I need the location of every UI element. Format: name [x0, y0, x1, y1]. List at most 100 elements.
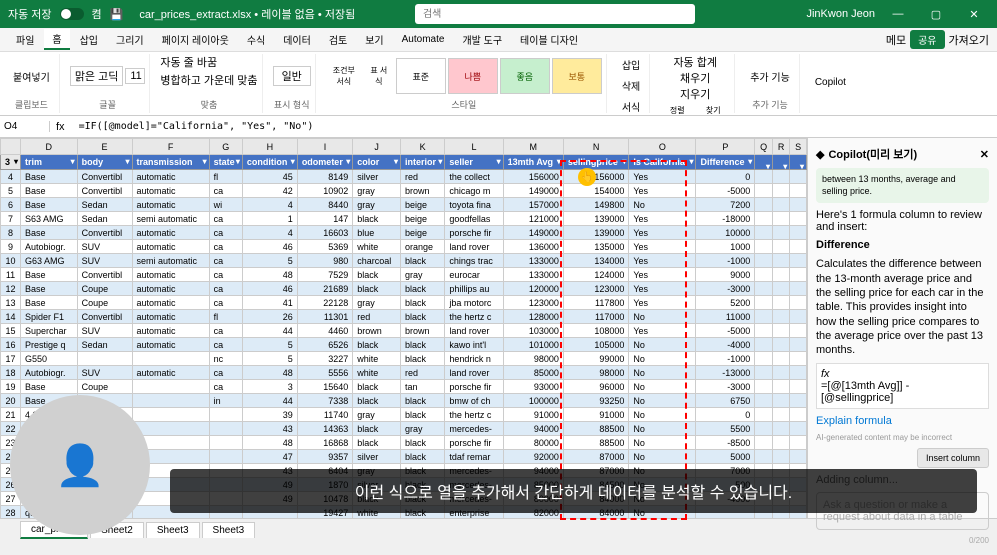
- cell[interactable]: 0: [696, 408, 755, 422]
- close-icon[interactable]: ✕: [959, 8, 989, 21]
- insert-column-button[interactable]: Insert column: [917, 448, 989, 468]
- cell[interactable]: Sedan: [77, 212, 132, 226]
- cell[interactable]: 93000: [503, 380, 563, 394]
- user-name[interactable]: JinKwon Jeon: [806, 8, 875, 20]
- cell[interactable]: Base: [21, 226, 78, 240]
- cell[interactable]: 3: [242, 380, 297, 394]
- sheet-tab[interactable]: Sheet3: [202, 522, 256, 538]
- col-header[interactable]: R: [773, 139, 790, 155]
- cell[interactable]: black: [401, 310, 445, 324]
- clear-button[interactable]: 지우기: [680, 86, 710, 102]
- number-format[interactable]: 일반: [273, 66, 311, 86]
- cell[interactable]: No: [629, 338, 696, 352]
- cell[interactable]: 92000: [503, 450, 563, 464]
- col-header[interactable]: I: [297, 139, 352, 155]
- cell[interactable]: SUV: [77, 324, 132, 338]
- cell[interactable]: -13000: [696, 366, 755, 380]
- table-header[interactable]: state: [209, 155, 242, 170]
- cell[interactable]: 43: [242, 422, 297, 436]
- cell[interactable]: -3000: [696, 282, 755, 296]
- col-header[interactable]: H: [242, 139, 297, 155]
- row-number[interactable]: 12: [1, 282, 21, 296]
- cell[interactable]: 47: [242, 450, 297, 464]
- cell[interactable]: -4000: [696, 338, 755, 352]
- ribbon-tab[interactable]: 검토: [321, 30, 355, 49]
- cell[interactable]: red: [401, 170, 445, 184]
- cell[interactable]: 7529: [297, 268, 352, 282]
- ribbon-tab[interactable]: 데이터: [275, 30, 319, 49]
- cell[interactable]: 980: [297, 254, 352, 268]
- row-number[interactable]: 9: [1, 240, 21, 254]
- cell[interactable]: -5000: [696, 324, 755, 338]
- table-header[interactable]: color: [353, 155, 401, 170]
- cell[interactable]: automatic: [132, 240, 209, 254]
- cell[interactable]: land rover: [445, 240, 503, 254]
- format-button[interactable]: 서식: [617, 96, 645, 116]
- cell[interactable]: gray: [401, 268, 445, 282]
- col-header[interactable]: S: [790, 139, 807, 155]
- cell[interactable]: toyota fina: [445, 198, 503, 212]
- cell[interactable]: Convertibl: [77, 184, 132, 198]
- cell[interactable]: land rover: [445, 324, 503, 338]
- table-header[interactable]: body: [77, 155, 132, 170]
- cell[interactable]: Base: [21, 198, 78, 212]
- row-number[interactable]: 19: [1, 380, 21, 394]
- cell[interactable]: ca: [209, 212, 242, 226]
- cell[interactable]: black: [353, 212, 401, 226]
- cell[interactable]: Sedan: [77, 198, 132, 212]
- cell[interactable]: 5: [242, 338, 297, 352]
- cell[interactable]: 85000: [503, 366, 563, 380]
- cell[interactable]: 133000: [503, 268, 563, 282]
- cell[interactable]: 46: [242, 282, 297, 296]
- cell[interactable]: tan: [401, 380, 445, 394]
- cell[interactable]: Yes: [629, 254, 696, 268]
- cell[interactable]: Yes: [629, 268, 696, 282]
- cell[interactable]: beige: [401, 212, 445, 226]
- cell[interactable]: 5556: [297, 366, 352, 380]
- row-number[interactable]: 21: [1, 408, 21, 422]
- ribbon-tab[interactable]: 파일: [8, 30, 42, 49]
- cell[interactable]: Base: [21, 184, 78, 198]
- cell[interactable]: 42: [242, 184, 297, 198]
- cell[interactable]: automatic: [132, 310, 209, 324]
- cell[interactable]: 11301: [297, 310, 352, 324]
- col-header[interactable]: E: [77, 139, 132, 155]
- table-header[interactable]: 13mth Avg: [503, 155, 563, 170]
- cell[interactable]: Convertibl: [77, 226, 132, 240]
- cell[interactable]: silver: [353, 170, 401, 184]
- cell[interactable]: -1000: [696, 254, 755, 268]
- cell[interactable]: 117800: [563, 296, 628, 310]
- cell[interactable]: 10902: [297, 184, 352, 198]
- cell[interactable]: 139000: [563, 226, 628, 240]
- cell[interactable]: [132, 380, 209, 394]
- table-header[interactable]: condition: [242, 155, 297, 170]
- cell[interactable]: 108000: [563, 324, 628, 338]
- cell[interactable]: 123000: [563, 282, 628, 296]
- cell[interactable]: 5200: [696, 296, 755, 310]
- cell[interactable]: porsche fir: [445, 436, 503, 450]
- cell[interactable]: black: [401, 408, 445, 422]
- cell[interactable]: black: [353, 394, 401, 408]
- cell[interactable]: ca: [209, 282, 242, 296]
- cell[interactable]: in: [209, 394, 242, 408]
- cell[interactable]: Yes: [629, 212, 696, 226]
- save-icon[interactable]: 💾: [110, 8, 124, 21]
- cell[interactable]: SUV: [77, 254, 132, 268]
- comments-button[interactable]: 메모: [886, 32, 906, 48]
- cell[interactable]: No: [629, 394, 696, 408]
- cell[interactable]: Spider F1: [21, 310, 78, 324]
- cell[interactable]: 123000: [503, 296, 563, 310]
- cell[interactable]: 87000: [563, 450, 628, 464]
- cell[interactable]: 11000: [696, 310, 755, 324]
- cell[interactable]: automatic: [132, 338, 209, 352]
- cell[interactable]: Coupe: [77, 380, 132, 394]
- row-number[interactable]: 10: [1, 254, 21, 268]
- cell[interactable]: fl: [209, 170, 242, 184]
- table-header[interactable]: Difference: [696, 155, 755, 170]
- find-select-button[interactable]: 찾기 및 선택: [696, 102, 730, 116]
- cell[interactable]: 5369: [297, 240, 352, 254]
- sort-filter-button[interactable]: 정렬 및 필터: [660, 102, 694, 116]
- cell[interactable]: 6526: [297, 338, 352, 352]
- cell[interactable]: [77, 352, 132, 366]
- cell[interactable]: [209, 450, 242, 464]
